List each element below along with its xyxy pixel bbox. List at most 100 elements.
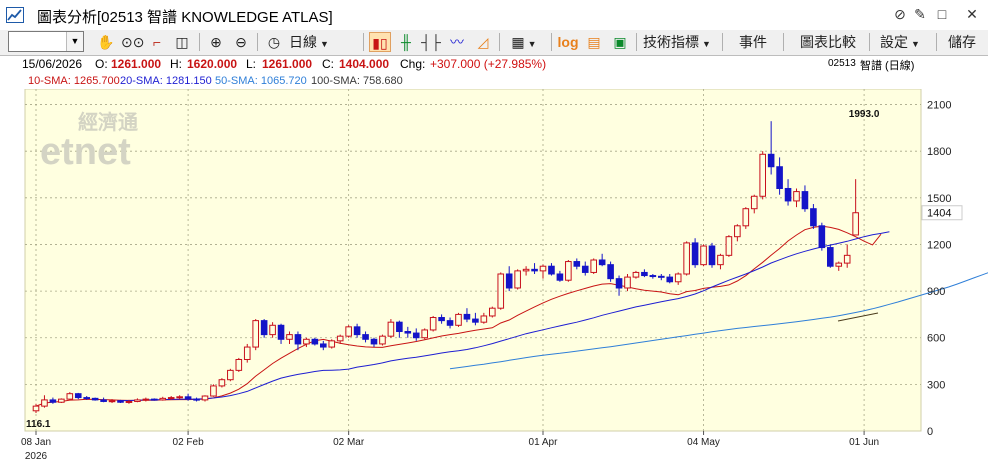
candle-body: [581, 265, 589, 273]
toolbar-divider: [636, 33, 637, 51]
candle-body: [759, 153, 767, 197]
price-chart[interactable]: 經濟通 etnet 0 300 600 900 1200 1500 1800 2100 08 J…: [0, 88, 988, 462]
candle-body: [49, 399, 57, 403]
x-tick-label: 04 May: [687, 437, 720, 448]
ohlc-bar-chart-icon[interactable]: ╫: [395, 32, 417, 52]
y-tick-label: 0: [927, 426, 933, 438]
candle-body: [742, 208, 750, 227]
candle-body: [539, 265, 547, 272]
candle-body: [573, 261, 581, 267]
candle-body: [835, 262, 843, 267]
candle-body: [201, 395, 209, 401]
x-tick-label: 01 Apr: [529, 437, 559, 448]
candle-body: [159, 397, 167, 401]
title-bar: 圖表分析[02513 智譜 KNOWLEDGE ATLAS] ⊘ ✎ □ ✕: [0, 0, 988, 31]
sma10-legend: 10-SMA: 1265.700: [28, 75, 120, 87]
edit-icon[interactable]: ✎: [911, 5, 929, 23]
compare-button[interactable]: 圖表比較: [800, 32, 856, 52]
settings-dropdown[interactable]: 設定 ▼: [880, 32, 926, 52]
line-chart-icon[interactable]: 〰: [446, 32, 468, 52]
zoom-out-icon[interactable]: ⊖: [231, 32, 251, 52]
high-value: 1620.000: [187, 57, 238, 71]
grid-dropdown[interactable]: ▦ ▼: [506, 32, 542, 52]
low-value: 1261.000: [262, 57, 313, 71]
export-icon[interactable]: ▣: [609, 32, 631, 52]
candle-body: [134, 399, 141, 402]
candle-body: [429, 317, 437, 331]
y-tick-label: 2100: [927, 100, 951, 112]
indicators-dropdown[interactable]: 技術指標 ▼: [643, 32, 715, 52]
chevron-down-icon[interactable]: ▼: [66, 32, 83, 51]
chart-analysis-window: 圖表分析[02513 智譜 KNOWLEDGE ATLAS] ⊘ ✎ □ ✕ ▼…: [0, 0, 988, 462]
x-tick-label: 01 Jun: [849, 437, 879, 448]
candle-body: [269, 324, 276, 336]
y-tick-label: 1200: [927, 239, 951, 251]
events-button[interactable]: 事件: [737, 32, 769, 52]
chevron-down-icon: ▼: [911, 39, 920, 49]
candle-body: [700, 245, 707, 266]
candle-body: [362, 334, 369, 340]
candle-body: [590, 259, 598, 273]
candle-body: [117, 400, 124, 403]
low-marker-label: 116.1: [26, 419, 51, 430]
fibonacci-icon[interactable]: ▤: [583, 32, 605, 52]
link-icon[interactable]: ⊘: [891, 5, 909, 23]
zoom-in-icon[interactable]: ⊕: [206, 32, 226, 52]
candlestick-chart-icon[interactable]: ▮▯: [369, 32, 391, 52]
split-view-icon[interactable]: ◫: [172, 32, 192, 52]
close-label: C:: [322, 57, 334, 71]
candle-body: [767, 153, 775, 168]
save-button[interactable]: 儲存: [946, 32, 978, 52]
candlestick-chart[interactable]: 經濟通 etnet 0300600900120015001800210008 J…: [0, 88, 988, 462]
candle-body: [193, 398, 200, 401]
period-dropdown[interactable]: 日線 ▼: [289, 32, 337, 52]
candle-body: [505, 273, 513, 289]
toolbar-divider: [551, 33, 552, 51]
candle-body: [66, 393, 74, 400]
candle-body: [598, 259, 606, 266]
area-chart-icon[interactable]: ◿: [472, 32, 494, 52]
y-tick-label: 300: [927, 379, 945, 391]
candle-body: [818, 225, 826, 249]
candle-body: [311, 338, 319, 345]
open-label: O:: [95, 57, 108, 71]
info-date: 15/06/2026: [22, 57, 83, 71]
pan-hand-icon[interactable]: ✋: [96, 32, 116, 52]
maximize-button[interactable]: □: [933, 5, 951, 23]
candle-body: [784, 187, 792, 202]
candle-body: [336, 335, 344, 342]
candle-body: [827, 247, 834, 267]
candle-body: [489, 307, 496, 317]
sma100-legend: 100-SMA: 758.680: [311, 75, 403, 87]
clock-icon[interactable]: ◷: [265, 32, 283, 52]
candle-body: [852, 212, 859, 236]
candle-body: [412, 332, 420, 339]
candle-body: [472, 318, 479, 323]
candle-body: [522, 268, 530, 272]
candle-body: [227, 369, 234, 381]
crosshair-tool-icon[interactable]: ⌐: [148, 32, 166, 52]
toolbar-divider: [722, 33, 723, 51]
log-scale-button[interactable]: log: [557, 32, 579, 52]
candle-body: [446, 320, 454, 326]
candle-body: [421, 329, 428, 339]
candle-body: [353, 326, 361, 336]
candle-body: [556, 273, 564, 281]
candle-body: [218, 379, 226, 387]
candle-body: [396, 321, 403, 333]
candle-body: [167, 397, 175, 400]
open-value: 1261.000: [111, 57, 162, 71]
candle-body: [641, 271, 648, 277]
window-title: 圖表分析[02513 智譜 KNOWLEDGE ATLAS]: [37, 9, 333, 26]
candle-body: [666, 276, 674, 283]
close-button[interactable]: ✕: [963, 5, 981, 23]
binoculars-icon[interactable]: ⊙⊙: [121, 32, 144, 52]
symbol-combo[interactable]: ▼: [8, 31, 84, 52]
high-label: H:: [170, 57, 182, 71]
hlc-bar-chart-icon[interactable]: ┤├: [420, 32, 442, 52]
sma20-legend: 20-SMA: 1281.150: [120, 75, 212, 87]
candle-body: [108, 400, 116, 403]
high-marker-label: 1993.0: [849, 109, 880, 120]
candle-body: [260, 320, 268, 336]
candle-body: [497, 273, 505, 309]
